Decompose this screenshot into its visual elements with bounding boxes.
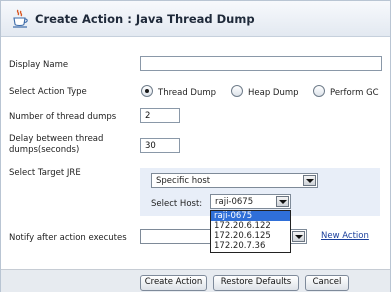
action-type-label: Select Action Type [9, 87, 87, 97]
thread-dumps-input[interactable]: 2 [140, 108, 180, 123]
delay-input[interactable]: 30 [140, 138, 180, 153]
chevron-down-icon[interactable] [303, 175, 316, 186]
chevron-down-icon[interactable] [276, 196, 289, 207]
target-jre-label: Select Target JRE [9, 168, 81, 178]
host-option[interactable]: 172.20.7.36 [211, 241, 290, 251]
delay-label-line1: Delay between thread [9, 134, 104, 144]
button-bar: Create Action Restore Defaults Cancel [1, 269, 390, 292]
radio-perform-gc-label: Perform GC [330, 88, 379, 98]
display-name-input[interactable] [140, 56, 382, 71]
host-dropdown-list: raji-0675 172.20.6.122 172.20.6.125 172.… [210, 210, 291, 253]
host-label: Select Host: [151, 199, 203, 209]
radio-thread-dump-label: Thread Dump [158, 88, 217, 98]
new-action-link[interactable]: New Action [321, 231, 369, 241]
host-option[interactable]: raji-0675 [211, 211, 290, 221]
chevron-down-icon[interactable] [292, 231, 305, 242]
target-jre-select[interactable]: Specific host [151, 173, 318, 188]
restore-defaults-button[interactable]: Restore Defaults [213, 275, 299, 291]
radio-circle [313, 85, 325, 97]
cancel-button[interactable]: Cancel [305, 275, 349, 291]
java-cup-icon [13, 9, 28, 28]
dialog-title: Create Action : Java Thread Dump [35, 12, 255, 26]
host-option[interactable]: 172.20.6.125 [211, 231, 290, 241]
host-select[interactable]: raji-0675 [210, 194, 291, 209]
delay-label-line2: dumps(seconds) [9, 145, 80, 155]
display-name-label: Display Name [9, 60, 69, 70]
host-value: raji-0675 [215, 197, 254, 207]
title-bar: Create Action : Java Thread Dump [1, 1, 390, 37]
radio-circle [231, 85, 243, 97]
thread-dumps-label: Number of thread dumps [9, 112, 117, 122]
target-jre-value: Specific host [156, 176, 211, 186]
host-option[interactable]: 172.20.6.122 [211, 221, 290, 231]
create-action-button[interactable]: Create Action [140, 275, 207, 291]
radio-selected-dot [145, 89, 149, 93]
radio-circle [141, 85, 153, 97]
notify-label: Notify after action executes [9, 233, 127, 243]
radio-heap-dump-label: Heap Dump [248, 88, 299, 98]
create-action-dialog: Create Action : Java Thread Dump Display… [0, 0, 391, 292]
